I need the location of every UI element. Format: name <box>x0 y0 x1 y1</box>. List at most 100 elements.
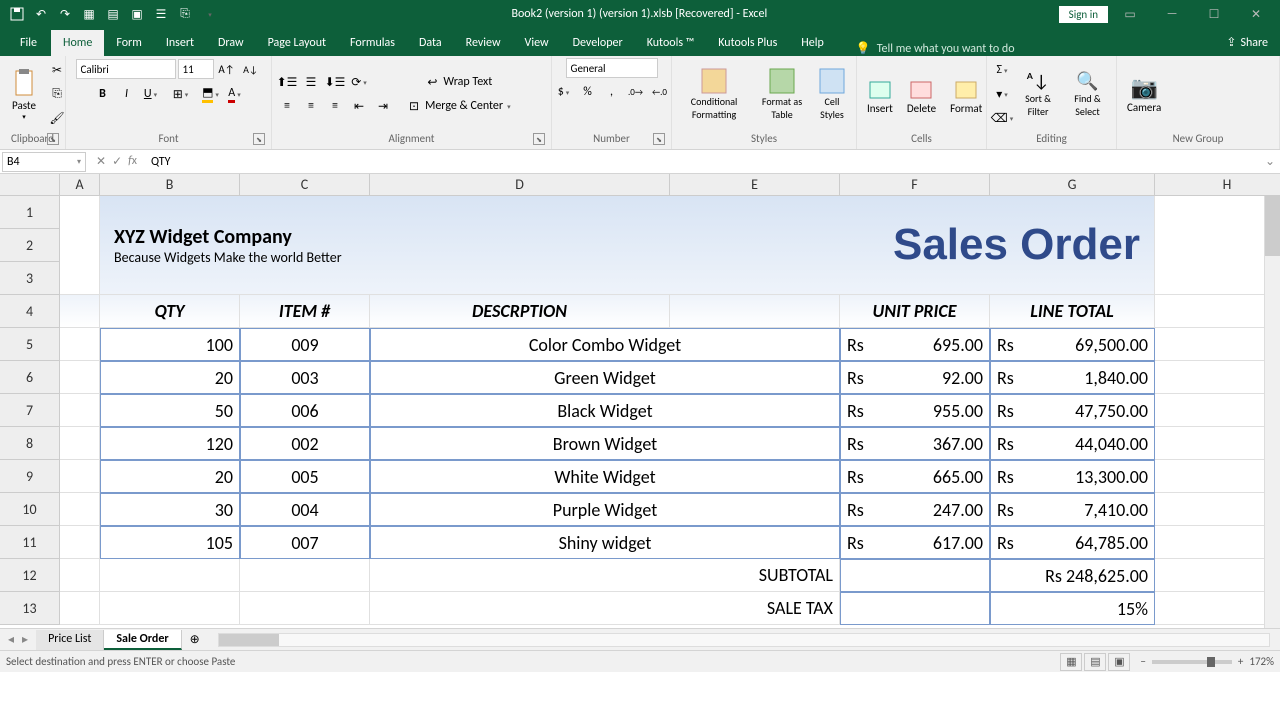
cell[interactable] <box>100 559 240 592</box>
file-tab[interactable]: File <box>6 30 51 56</box>
header-item[interactable]: ITEM # <box>240 295 370 328</box>
col-header-D[interactable]: D <box>370 174 670 196</box>
line-3[interactable]: Rs44,040.00 <box>990 427 1155 460</box>
unit-2[interactable]: Rs955.00 <box>840 394 990 427</box>
wrap-text-button[interactable]: ↩Wrap Text <box>402 71 518 93</box>
cell[interactable] <box>60 427 100 460</box>
delete-cells-button[interactable]: Delete <box>901 72 942 117</box>
select-all-corner[interactable] <box>0 174 60 196</box>
align-center-icon[interactable]: ≡ <box>300 95 322 117</box>
row-header-5[interactable]: 5 <box>0 328 60 361</box>
add-sheet-button[interactable]: ⊕ <box>182 630 208 649</box>
desc-5[interactable]: Purple Widget <box>370 493 840 526</box>
close-icon[interactable]: ✕ <box>1236 0 1276 28</box>
number-format-select[interactable] <box>566 58 658 78</box>
col-header-F[interactable]: F <box>840 174 990 196</box>
align-top-icon[interactable]: ⬆☰ <box>276 71 298 93</box>
header-line[interactable]: LINE TOTAL <box>990 295 1155 328</box>
qty-4[interactable]: 20 <box>100 460 240 493</box>
bold-button[interactable]: B <box>92 83 114 105</box>
conditional-formatting-button[interactable]: Conditional Formatting <box>676 65 752 123</box>
tab-form[interactable]: Form <box>104 30 153 56</box>
qat-btn-7[interactable]: ☰ <box>150 3 172 25</box>
number-launcher[interactable]: ⬊ <box>653 133 665 145</box>
line-6[interactable]: Rs64,785.00 <box>990 526 1155 559</box>
row-header-9[interactable]: 9 <box>0 460 60 493</box>
signin-button[interactable]: Sign in <box>1059 6 1108 23</box>
header-unit[interactable]: UNIT PRICE <box>840 295 990 328</box>
cell[interactable] <box>60 526 100 559</box>
desc-0[interactable]: Color Combo Widget <box>370 328 840 361</box>
overflow-3[interactable]: Rs3 <box>1155 427 1280 460</box>
row-header-4[interactable]: 4 <box>0 295 60 328</box>
unit-1[interactable]: Rs92.00 <box>840 361 990 394</box>
underline-button[interactable]: U <box>140 83 162 105</box>
sheet-nav-prev-icon[interactable]: ◂ <box>8 632 14 647</box>
qty-0[interactable]: 100 <box>100 328 240 361</box>
tab-page-layout[interactable]: Page Layout <box>256 30 338 56</box>
line-5[interactable]: Rs7,410.00 <box>990 493 1155 526</box>
subtotal-label[interactable]: SUBTOTAL <box>370 559 840 592</box>
qat-btn-4[interactable]: ▦ <box>78 3 100 25</box>
decrease-indent-icon[interactable]: ⇤ <box>348 95 370 117</box>
item-4[interactable]: 005 <box>240 460 370 493</box>
orientation-icon[interactable]: ⟳ <box>348 71 370 93</box>
tell-me[interactable]: 💡 Tell me what you want to do <box>856 41 1215 56</box>
find-select-button[interactable]: 🔍Find & Select <box>1063 68 1112 120</box>
qat-btn-5[interactable]: ▤ <box>102 3 124 25</box>
camera-button[interactable]: 📷Camera <box>1121 72 1167 116</box>
cell[interactable] <box>60 394 100 427</box>
sheet-tab-sale-order[interactable]: Sale Order <box>104 630 181 650</box>
col-header-E[interactable]: E <box>670 174 840 196</box>
item-5[interactable]: 004 <box>240 493 370 526</box>
cell[interactable] <box>1155 559 1280 592</box>
qty-6[interactable]: 105 <box>100 526 240 559</box>
insert-cells-button[interactable]: Insert <box>861 72 899 117</box>
formula-bar-input[interactable] <box>147 152 1260 172</box>
page-layout-view-icon[interactable]: ▤ <box>1084 653 1106 671</box>
cell[interactable] <box>1155 295 1280 328</box>
format-cells-button[interactable]: Format <box>944 72 988 117</box>
unit-3[interactable]: Rs367.00 <box>840 427 990 460</box>
format-as-table-button[interactable]: Format as Table <box>754 65 810 123</box>
row-header-11[interactable]: 11 <box>0 526 60 559</box>
item-3[interactable]: 002 <box>240 427 370 460</box>
unit-0[interactable]: Rs695.00 <box>840 328 990 361</box>
format-painter-icon[interactable]: 🖌 <box>46 107 68 129</box>
cell[interactable] <box>840 559 990 592</box>
expand-formula-icon[interactable]: ⌄ <box>1260 154 1280 169</box>
row-header-12[interactable]: 12 <box>0 559 60 592</box>
overflow-4[interactable]: Rs4 <box>1155 460 1280 493</box>
sort-filter-button[interactable]: ᴬ↓Sort & Filter <box>1015 68 1061 120</box>
tab-formulas[interactable]: Formulas <box>338 30 407 56</box>
col-header-H[interactable]: H <box>1155 174 1280 196</box>
zoom-out-icon[interactable]: − <box>1140 655 1145 668</box>
header-desc[interactable]: DESCRPTION <box>370 295 670 328</box>
qat-customize[interactable] <box>198 3 220 25</box>
line-2[interactable]: Rs47,750.00 <box>990 394 1155 427</box>
desc-3[interactable]: Brown Widget <box>370 427 840 460</box>
border-button[interactable]: ⊞ <box>170 83 192 105</box>
zoom-level[interactable]: 172% <box>1249 655 1274 668</box>
tab-kutools-plus[interactable]: Kutools Plus <box>706 30 789 56</box>
minimize-icon[interactable]: — <box>1152 0 1192 28</box>
tab-help[interactable]: Help <box>789 30 836 56</box>
overflow-2[interactable]: Rs2 <box>1155 394 1280 427</box>
share-button[interactable]: ⇪Share <box>1214 29 1280 56</box>
cut-icon[interactable]: ✂ <box>46 59 68 81</box>
item-1[interactable]: 003 <box>240 361 370 394</box>
paste-button[interactable]: Paste▾ <box>4 65 44 123</box>
font-name-input[interactable] <box>76 59 176 79</box>
subtotal-value[interactable]: Rs 248,625.00 <box>990 559 1155 592</box>
row-header-1[interactable]: 1 <box>0 196 60 229</box>
unit-6[interactable]: Rs617.00 <box>840 526 990 559</box>
clear-button[interactable]: ⌫ <box>991 107 1013 129</box>
overflow-6[interactable] <box>1155 526 1280 559</box>
zoom-slider[interactable] <box>1152 660 1232 664</box>
cell[interactable] <box>60 361 100 394</box>
overflow-0[interactable] <box>1155 328 1280 361</box>
fill-button[interactable]: ▾ <box>991 83 1013 105</box>
cell[interactable] <box>240 592 370 625</box>
maximize-icon[interactable]: ☐ <box>1194 0 1234 28</box>
autosum-button[interactable]: Σ <box>991 59 1013 81</box>
